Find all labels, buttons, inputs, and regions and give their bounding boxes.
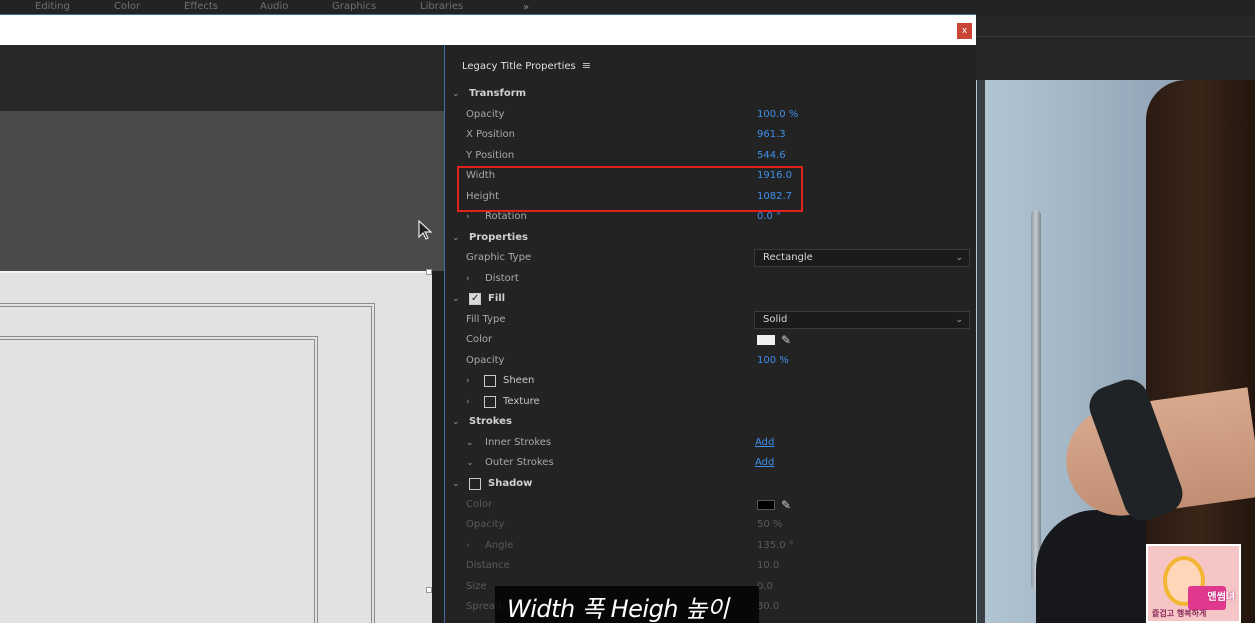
shadow-size-value[interactable]: 0.0	[757, 577, 773, 597]
chevron-down-icon: ⌄	[466, 438, 474, 448]
opacity-value[interactable]: 100.0 %	[757, 105, 798, 125]
legacy-title-properties-panel: Legacy Title Properties ≡ ⌄ Transform Opa…	[446, 45, 976, 623]
row-distort[interactable]: › Distort	[446, 269, 976, 289]
section-shadow[interactable]: ⌄ Shadow	[446, 474, 976, 494]
row-inner-strokes[interactable]: ⌄ Inner Strokes Add	[446, 433, 976, 453]
shadow-checkbox[interactable]	[469, 478, 481, 490]
sheen-checkbox[interactable]	[484, 375, 496, 387]
chevron-down-icon: ⌄	[466, 458, 474, 468]
fill-checkbox[interactable]	[469, 289, 481, 309]
window-titlebar: x	[0, 14, 976, 45]
fill-opacity-value[interactable]: 100 %	[757, 351, 789, 371]
row-y-position: Y Position 544.6	[446, 146, 976, 166]
chevron-down-icon: ⌄	[955, 315, 963, 325]
resize-handle[interactable]	[426, 269, 432, 275]
shadow-angle-value[interactable]: 135.0 °	[757, 536, 794, 556]
channel-logo: 앤썸녀 즐겁고 행복하게	[1146, 544, 1241, 623]
fill-color-swatch[interactable]	[757, 335, 775, 345]
webcam-video	[976, 80, 1255, 623]
section-strokes[interactable]: ⌄ Strokes	[446, 412, 976, 432]
menu-color[interactable]: Color	[114, 0, 140, 14]
rectangle-shape[interactable]	[0, 269, 432, 623]
menu-editing[interactable]: Editing	[35, 0, 70, 14]
row-fill-color: Color ✎	[446, 330, 976, 350]
section-transform[interactable]: ⌄ Transform	[446, 84, 976, 104]
eyedropper-icon[interactable]: ✎	[781, 495, 791, 515]
row-graphic-type: Graphic Type Rectangle ⌄	[446, 248, 976, 268]
row-fill-opacity: Opacity 100 %	[446, 351, 976, 371]
chevron-right-icon: ›	[466, 541, 470, 551]
graphic-type-dropdown[interactable]: Rectangle ⌄	[754, 249, 970, 267]
resize-handle[interactable]	[426, 587, 432, 593]
row-opacity: Opacity 100.0 %	[446, 105, 976, 125]
section-properties[interactable]: ⌄ Properties	[446, 228, 976, 248]
row-fill-type: Fill Type Solid ⌄	[446, 310, 976, 330]
row-shadow-opacity: Opacity 50 %	[446, 515, 976, 535]
row-x-position: X Position 961.3	[446, 125, 976, 145]
chevron-right-icon: ›	[466, 397, 470, 407]
y-position-value[interactable]: 544.6	[757, 146, 786, 166]
eyedropper-icon[interactable]: ✎	[781, 330, 791, 350]
row-shadow-color: Color ✎	[446, 495, 976, 515]
annotation-highlight-box	[457, 166, 803, 212]
panel-menu-icon[interactable]: ≡	[582, 59, 591, 72]
fill-type-dropdown[interactable]: Solid ⌄	[754, 311, 970, 329]
chevron-right-icon: ›	[466, 376, 470, 386]
row-shadow-distance: Distance 10.0	[446, 556, 976, 576]
mouse-cursor-icon	[418, 219, 433, 240]
row-shadow-angle[interactable]: › Angle 135.0 °	[446, 536, 976, 556]
add-outer-stroke-link[interactable]: Add	[755, 453, 774, 473]
add-inner-stroke-link[interactable]: Add	[755, 433, 774, 453]
chevron-down-icon: ⌄	[452, 479, 460, 489]
shadow-opacity-value[interactable]: 50 %	[757, 515, 782, 535]
background-panel-strip	[976, 16, 1255, 80]
menu-effects[interactable]: Effects	[184, 0, 218, 14]
chevron-down-icon: ⌄	[955, 253, 963, 263]
menu-audio[interactable]: Audio	[260, 0, 288, 14]
subtitle-caption: Width 폭 Heigh 높이	[495, 586, 759, 623]
section-fill[interactable]: ⌄ Fill	[446, 289, 976, 309]
panel-header: Legacy Title Properties ≡	[462, 59, 591, 72]
texture-checkbox[interactable]	[484, 396, 496, 408]
x-position-value[interactable]: 961.3	[757, 125, 786, 145]
menu-libraries[interactable]: Libraries	[420, 0, 463, 14]
shadow-spread-value[interactable]: 30.0	[757, 597, 779, 617]
chevron-down-icon: ⌄	[452, 294, 460, 304]
row-outer-strokes[interactable]: ⌄ Outer Strokes Add	[446, 453, 976, 473]
title-canvas-area[interactable]	[0, 45, 445, 623]
shadow-color-swatch[interactable]	[757, 500, 775, 510]
canvas-toolbar	[0, 45, 444, 111]
chevron-down-icon: ⌄	[452, 89, 460, 99]
more-workspaces-button[interactable]: »	[523, 2, 529, 13]
chevron-down-icon: ⌄	[452, 417, 460, 427]
row-sheen[interactable]: › Sheen	[446, 371, 976, 391]
canvas-background	[0, 111, 444, 271]
menu-graphics[interactable]: Graphics	[332, 0, 376, 14]
panel-title: Legacy Title Properties	[462, 61, 576, 72]
close-button[interactable]: x	[957, 23, 972, 39]
chevron-down-icon: ⌄	[452, 233, 460, 243]
shadow-distance-value[interactable]: 10.0	[757, 556, 779, 576]
row-texture[interactable]: › Texture	[446, 392, 976, 412]
legacy-title-window: x Legacy Title Properties ≡ ⌄ Transform O…	[0, 14, 976, 623]
chevron-right-icon: ›	[466, 274, 470, 284]
